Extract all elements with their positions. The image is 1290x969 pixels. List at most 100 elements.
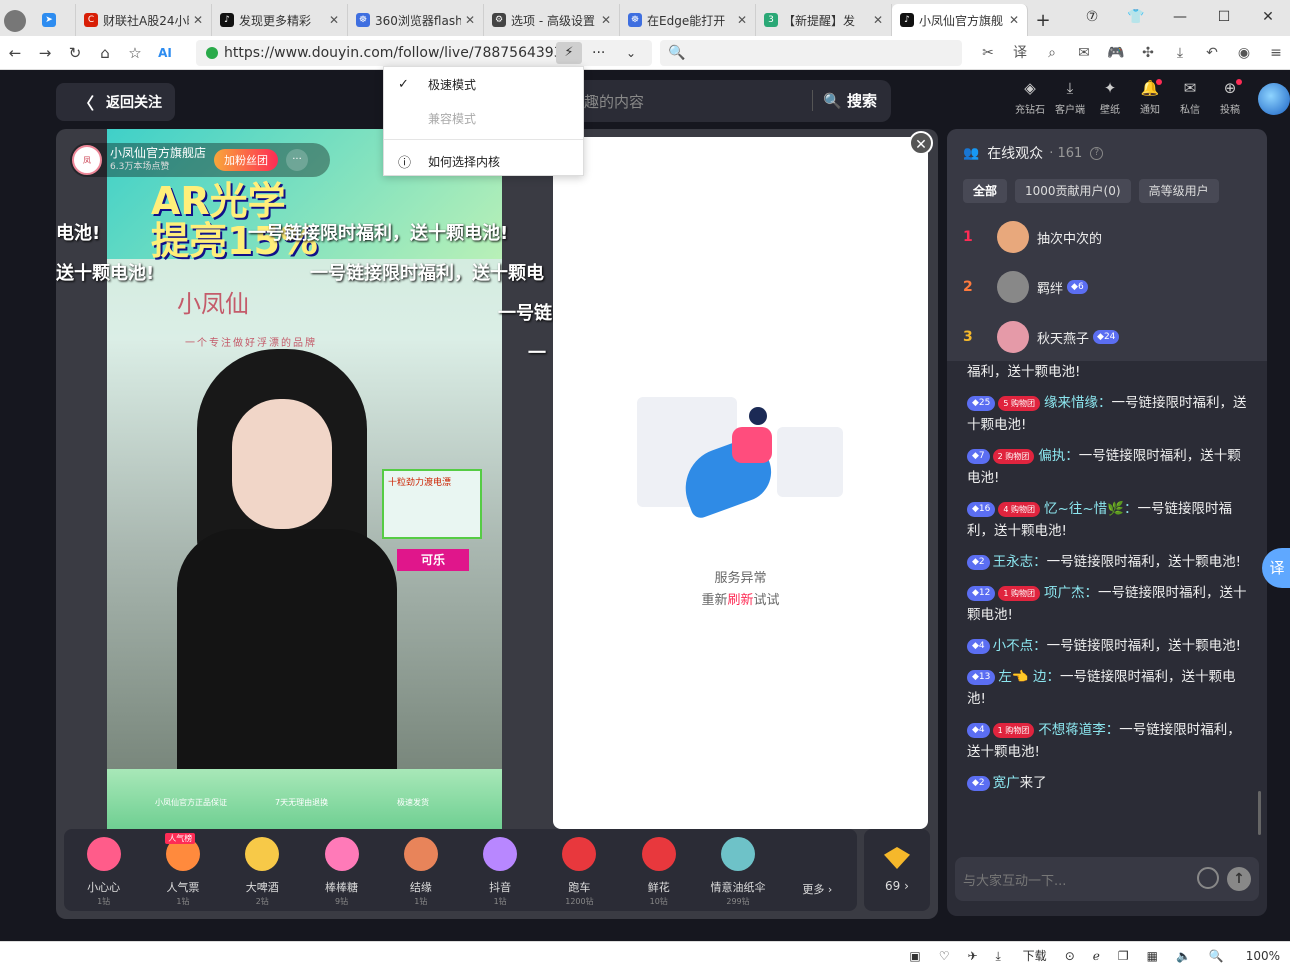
douyin-search-input[interactable]: 趣的内容 🔍 搜索	[560, 80, 891, 122]
browser-tab[interactable]: ♪ 小凤仙官方旗舰 ✕	[892, 4, 1028, 36]
browser-tab[interactable]: ☸ 在Edge能打开 ✕	[620, 4, 756, 36]
translate-ext-icon[interactable]: 译	[1004, 40, 1036, 66]
ai-icon[interactable]: AI	[150, 46, 180, 60]
scissors-icon[interactable]: ✂	[972, 40, 1004, 66]
game-icon[interactable]: 🎮	[1100, 40, 1132, 66]
ai-assistant-icon[interactable]: ◉	[1228, 40, 1260, 66]
gift-item[interactable]: 结缘 1钻	[381, 829, 460, 911]
rocket-icon[interactable]: ✈	[967, 949, 977, 963]
streamer-card[interactable]: 凤 小凤仙官方旗舰店 6.3万本场点赞 加粉丝团 ···	[70, 143, 330, 177]
chat-username[interactable]: 王永志：	[993, 554, 1047, 570]
ie-icon[interactable]: ℯ	[1093, 949, 1100, 963]
header-action[interactable]: ⤓ 客户端	[1050, 79, 1090, 116]
skin-icon[interactable]: 👕	[1114, 9, 1158, 25]
home-icon[interactable]: ⌂	[90, 44, 120, 62]
gift-item[interactable]: 小心心 1钻	[64, 829, 143, 911]
search-button[interactable]: 🔍 搜索	[812, 90, 877, 111]
rank-row[interactable]: 3 秋天燕子 ◆24	[963, 313, 1251, 361]
mail-icon[interactable]: ✉	[1068, 40, 1100, 66]
close-tab-icon[interactable]: ✕	[193, 13, 203, 27]
close-tab-icon[interactable]: ✕	[465, 13, 475, 27]
audience-filter-chip[interactable]: 高等级用户	[1138, 179, 1219, 203]
browser-tab[interactable]: ♪ 发现更多精彩 ✕	[212, 4, 348, 36]
chat-username[interactable]: 小不点：	[993, 638, 1047, 654]
emoji-icon[interactable]	[1197, 867, 1219, 889]
new-tab-button[interactable]: +	[1028, 4, 1058, 36]
reload-icon[interactable]: ↻	[60, 44, 90, 62]
help-icon[interactable]: ?	[1090, 146, 1104, 160]
rank-row[interactable]: 1 抽次中次的	[963, 213, 1251, 261]
layout-icon[interactable]: ▦	[1147, 949, 1158, 963]
close-window-button[interactable]: ✕	[1246, 9, 1290, 25]
gift-item[interactable]: 人气榜 人气票 1钻	[143, 829, 222, 911]
chat-username[interactable]: 偏执：	[1038, 448, 1079, 464]
more-options-icon[interactable]: ···	[286, 149, 309, 171]
chat-username[interactable]: 左👈 边：	[998, 669, 1060, 685]
close-tab-icon[interactable]: ✕	[601, 13, 611, 27]
back-icon[interactable]: ←	[0, 44, 30, 62]
favorites-icon[interactable]: ☆	[120, 44, 150, 62]
close-tab-icon[interactable]: ✕	[873, 13, 883, 27]
audience-filter-chip[interactable]: 全部	[963, 179, 1008, 203]
back-to-follow-button[interactable]: 〈返回关注	[56, 83, 175, 121]
kernel-help[interactable]: ⓘ 如何选择内核	[384, 144, 583, 178]
send-icon[interactable]: ↑	[1227, 867, 1251, 891]
rank-row[interactable]: 2 羁绊 ◆6	[963, 263, 1251, 311]
kernel-switch-icon[interactable]: ⚡	[556, 42, 582, 64]
diamond-balance-button[interactable]: 69 ›	[864, 829, 930, 911]
magnifier-icon[interactable]: ⌕	[1036, 40, 1068, 66]
avatar[interactable]	[997, 321, 1029, 353]
header-action[interactable]: ◈ 充钻石	[1010, 79, 1050, 116]
avatar[interactable]	[997, 221, 1029, 253]
streamer-avatar[interactable]: 凤	[72, 145, 102, 175]
chat-username[interactable]: 不想蒋道李：	[1038, 722, 1119, 738]
maximize-button[interactable]: ☐	[1202, 9, 1246, 25]
zoom-level[interactable]: 🔍 100%	[1209, 949, 1280, 963]
gift-item[interactable]: 抖音 1钻	[460, 829, 539, 911]
tab-pinned[interactable]: ➤	[34, 4, 76, 36]
avatar[interactable]	[997, 271, 1029, 303]
gift-item[interactable]: 棒棒糖 9钻	[302, 829, 381, 911]
chat-username[interactable]: 宽广	[993, 775, 1020, 791]
close-tab-icon[interactable]: ✕	[737, 13, 747, 27]
forward-icon[interactable]: →	[30, 44, 60, 62]
user-avatar[interactable]	[1258, 83, 1290, 115]
chat-username[interactable]: 缘来惜缘：	[1044, 395, 1112, 411]
audience-filter-chip[interactable]: 1000贡献用户(0)	[1015, 179, 1131, 203]
chat-scrollbar[interactable]	[1258, 791, 1261, 835]
volume-icon[interactable]: 🔈	[1176, 949, 1191, 963]
copy-icon[interactable]: ❐	[1118, 949, 1129, 963]
browser-tab[interactable]: ☸ 360浏览器flash ✕	[348, 4, 484, 36]
heart-icon[interactable]: ♡	[939, 949, 950, 963]
profile-avatar[interactable]	[4, 10, 26, 32]
kernel-compat-mode[interactable]: 兼容模式	[384, 101, 583, 135]
browser-tab[interactable]: C 财联社A股24小时 ✕	[76, 4, 212, 36]
chat-username[interactable]: 忆~往~惜🌿：	[1044, 501, 1137, 517]
game-status-icon[interactable]: ⊙	[1065, 949, 1075, 963]
close-tab-icon[interactable]: ✕	[1009, 13, 1019, 27]
browser-tab[interactable]: ⚙ 选项 - 高级设置 ✕	[484, 4, 620, 36]
more-gifts-button[interactable]: 更多 ›	[778, 829, 857, 911]
gift-item[interactable]: 鲜花 10钻	[619, 829, 698, 911]
download-status[interactable]: ⤓ 下载	[996, 947, 1047, 964]
gift-item[interactable]: 情意油纸伞 299钻	[698, 829, 777, 911]
address-bar[interactable]: https://www.douyin.com/follow/live/78875…	[196, 40, 652, 66]
browser-search-input[interactable]: 🔍	[660, 40, 962, 66]
gift-item[interactable]: 大啤酒 2钻	[223, 829, 302, 911]
kernel-speed-mode[interactable]: ✓ 极速模式	[384, 67, 583, 101]
undo-icon[interactable]: ↶	[1196, 40, 1228, 66]
header-action[interactable]: ⊕ 投稿	[1210, 79, 1250, 116]
download-icon[interactable]: ⤓	[1164, 40, 1196, 66]
more-icon[interactable]: ···	[592, 40, 605, 66]
chat-input[interactable]: 与大家互动一下... ↑	[955, 857, 1259, 901]
header-action[interactable]: ✉ 私信	[1170, 79, 1210, 116]
close-tab-icon[interactable]: ✕	[329, 13, 339, 27]
screenshot-icon[interactable]: ▣	[909, 949, 920, 963]
close-panel-icon[interactable]: ✕	[909, 131, 933, 155]
header-action[interactable]: ✦ 壁纸	[1090, 79, 1130, 116]
refresh-link[interactable]: 刷新	[727, 593, 753, 608]
menu-icon[interactable]: ≡	[1260, 40, 1290, 66]
chat-username[interactable]: 项广杰：	[1044, 585, 1098, 601]
product-card[interactable]: 十粒劲力渡电漂	[382, 469, 482, 539]
join-fan-club-button[interactable]: 加粉丝团	[214, 149, 279, 171]
